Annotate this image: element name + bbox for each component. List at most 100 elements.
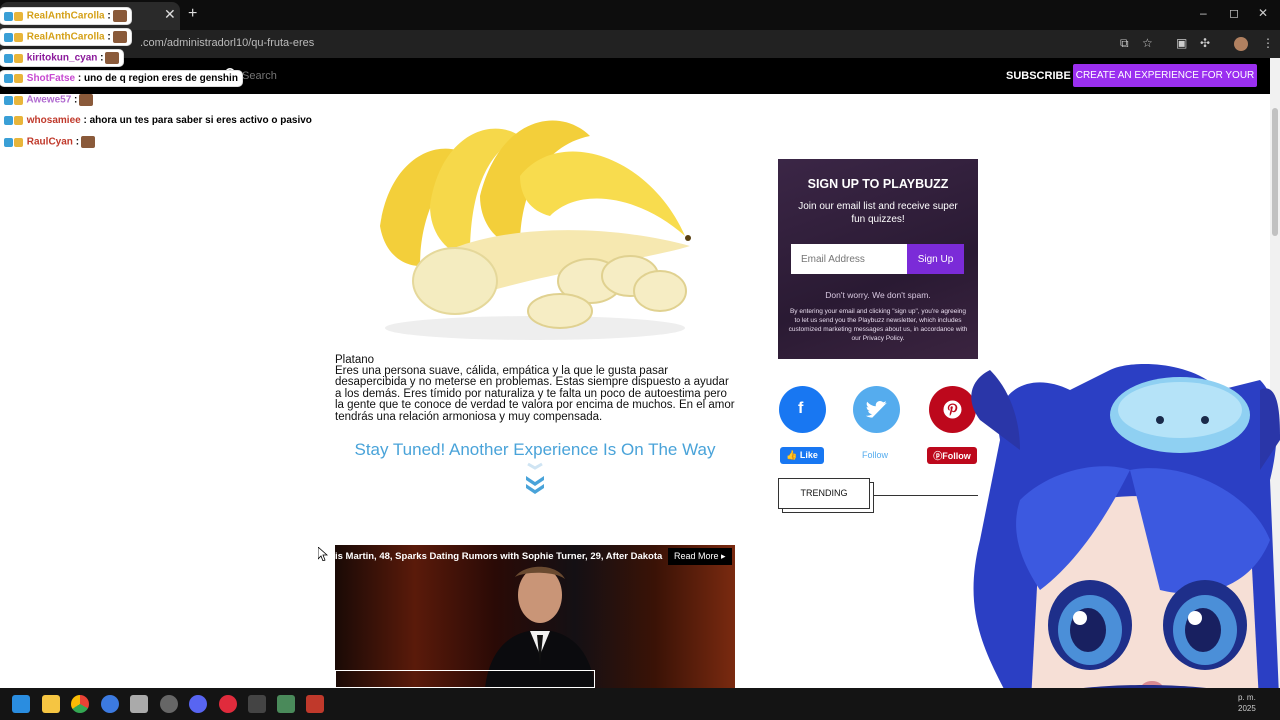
video-bottom-frame [335,670,595,688]
chat-username: kiritokun_cyan [24,52,101,64]
chat-username: RaulCyan [24,136,76,148]
chat-message: whosamiee : ahora un tes para saber si e… [0,113,316,128]
chat-badge-icon [14,11,23,21]
chat-badge-icon [4,95,13,105]
menu-kebab-icon[interactable]: ⋮ [1262,36,1274,50]
chat-badge-icon [4,74,13,83]
newsletter-title-prefix: SIGN UP TO [807,177,880,191]
clock-date: 2025 [1238,704,1256,713]
app-icon[interactable] [306,695,324,713]
facebook-share-button[interactable]: f [779,386,826,433]
chat-badge-icon [14,32,23,42]
opera-icon[interactable] [219,695,237,713]
window-close-icon[interactable]: ✕ [1258,6,1268,20]
bookmark-star-icon[interactable]: ☆ [1142,36,1153,50]
no-spam-note: Don't worry. We don't spam. [825,290,931,300]
signup-button[interactable]: Sign Up [907,244,964,274]
create-experience-button[interactable]: CREATE AN EXPERIENCE FOR YOUR SITE [1073,64,1257,104]
chat-text: : [74,94,78,106]
app-icon[interactable] [160,695,178,713]
vtuber-avatar-image [971,364,1280,720]
chat-username: RealAnthCarolla [24,31,108,43]
thumbs-up-icon: 👍 [786,450,798,460]
profile-avatar[interactable] [1234,37,1248,51]
chat-message: Awewe57 : [0,92,97,108]
discord-icon[interactable] [189,695,207,713]
chat-badge-icon [4,11,13,21]
start-menu-icon[interactable] [12,695,30,713]
twitter-bird-icon [866,401,887,418]
chat-message: RaulCyan : [0,134,99,150]
app-icon[interactable] [248,695,266,713]
cast-icon[interactable]: ⧉ [1120,36,1129,51]
extensions-puzzle-icon[interactable]: ✣ [1200,36,1210,50]
video-player[interactable] [335,545,735,688]
url-field[interactable]: .com/administradorl10/qu-fruta-eres [140,37,314,49]
pinterest-small-icon: ⓟ [933,451,943,461]
chat-badge-icon [14,53,23,63]
minimize-icon[interactable]: – [1200,6,1207,20]
chat-username: whosamiee [24,115,84,126]
newsletter-title: SIGN UP TO PLAYBUZZ [778,177,978,191]
chat-emote-icon [112,10,127,22]
clock-time: p. m. [1238,693,1256,702]
restore-icon[interactable]: ◻ [1229,6,1239,20]
subscribe-link[interactable]: SUBSCRIBE [1006,70,1071,82]
app-icon[interactable] [277,695,295,713]
taskbar-clock[interactable]: p. m. 2025 [1238,692,1256,714]
chevron-down-icon [526,462,544,494]
windows-taskbar [0,688,1280,720]
chat-username: Awewe57 [24,94,75,106]
chat-message: ShotFatse : uno de q region eres de gens… [0,71,242,87]
chat-badge-icon [14,74,23,83]
banana-image [380,120,691,340]
browser-tab-bar: ✕ + – ◻ ✕ [0,0,1280,30]
chat-text: : ahora un tes para saber si eres activo… [83,115,312,126]
file-explorer-icon[interactable] [42,695,60,713]
chat-emote-icon [79,94,94,106]
chat-emote-icon [105,52,120,64]
newsletter-title-brand: PLAYBUZZ [882,177,949,191]
newsletter-subtitle: Join our email list and receive super fu… [798,201,958,225]
app-icon[interactable] [130,695,148,713]
chat-message: RealAnthCarolla : [0,29,131,45]
facebook-like-label: Like [799,450,818,460]
trending-label[interactable]: TRENDING [778,478,870,509]
read-more-link[interactable]: Read More ▸ [668,548,732,565]
chat-badge-icon [4,32,13,42]
chat-text: : [107,10,111,22]
chat-text: : [100,52,104,64]
mouse-cursor-icon [318,547,328,561]
chrome-icon[interactable] [71,695,89,713]
twitter-follow-link[interactable]: Follow [862,447,888,464]
tab-close-icon[interactable]: ✕ [164,6,176,23]
video-person-image [485,566,595,688]
email-field[interactable] [791,244,907,274]
chat-badge-icon [4,137,13,147]
chat-text: : uno de q region eres de genshin [77,73,238,84]
chat-message: kiritokun_cyan : [0,50,124,66]
chat-badge-icon [14,95,23,105]
chat-badge-icon [14,116,23,125]
chat-message: RealAnthCarolla : [0,8,131,24]
result-description: Eres una persona suave, cálida, empática… [335,365,735,423]
twitter-share-button[interactable] [853,386,900,433]
chat-text: : [107,31,111,43]
facebook-like-button[interactable]: 👍 Like [780,447,824,464]
chat-username: RealAnthCarolla [24,10,108,22]
facebook-icon: f [798,400,804,417]
newsletter-legal-text: By entering your email and clicking "sig… [788,308,968,342]
stay-tuned-heading: Stay Tuned! Another Experience Is On The… [354,440,716,459]
new-tab-icon[interactable]: + [188,5,197,23]
scrollbar-thumb[interactable] [1272,108,1278,236]
chat-badge-icon [14,137,23,147]
newsletter-signup-box: SIGN UP TO PLAYBUZZ Join our email list … [778,159,978,359]
extension-badge-icon[interactable]: ▣ [1176,36,1187,50]
chat-text: : [75,136,80,148]
search-input[interactable] [242,67,442,85]
chat-emote-icon [112,31,127,43]
chat-emote-icon [81,136,96,148]
chat-username: ShotFatse [24,73,78,84]
app-icon[interactable] [101,695,119,713]
chat-badge-icon [4,116,13,125]
